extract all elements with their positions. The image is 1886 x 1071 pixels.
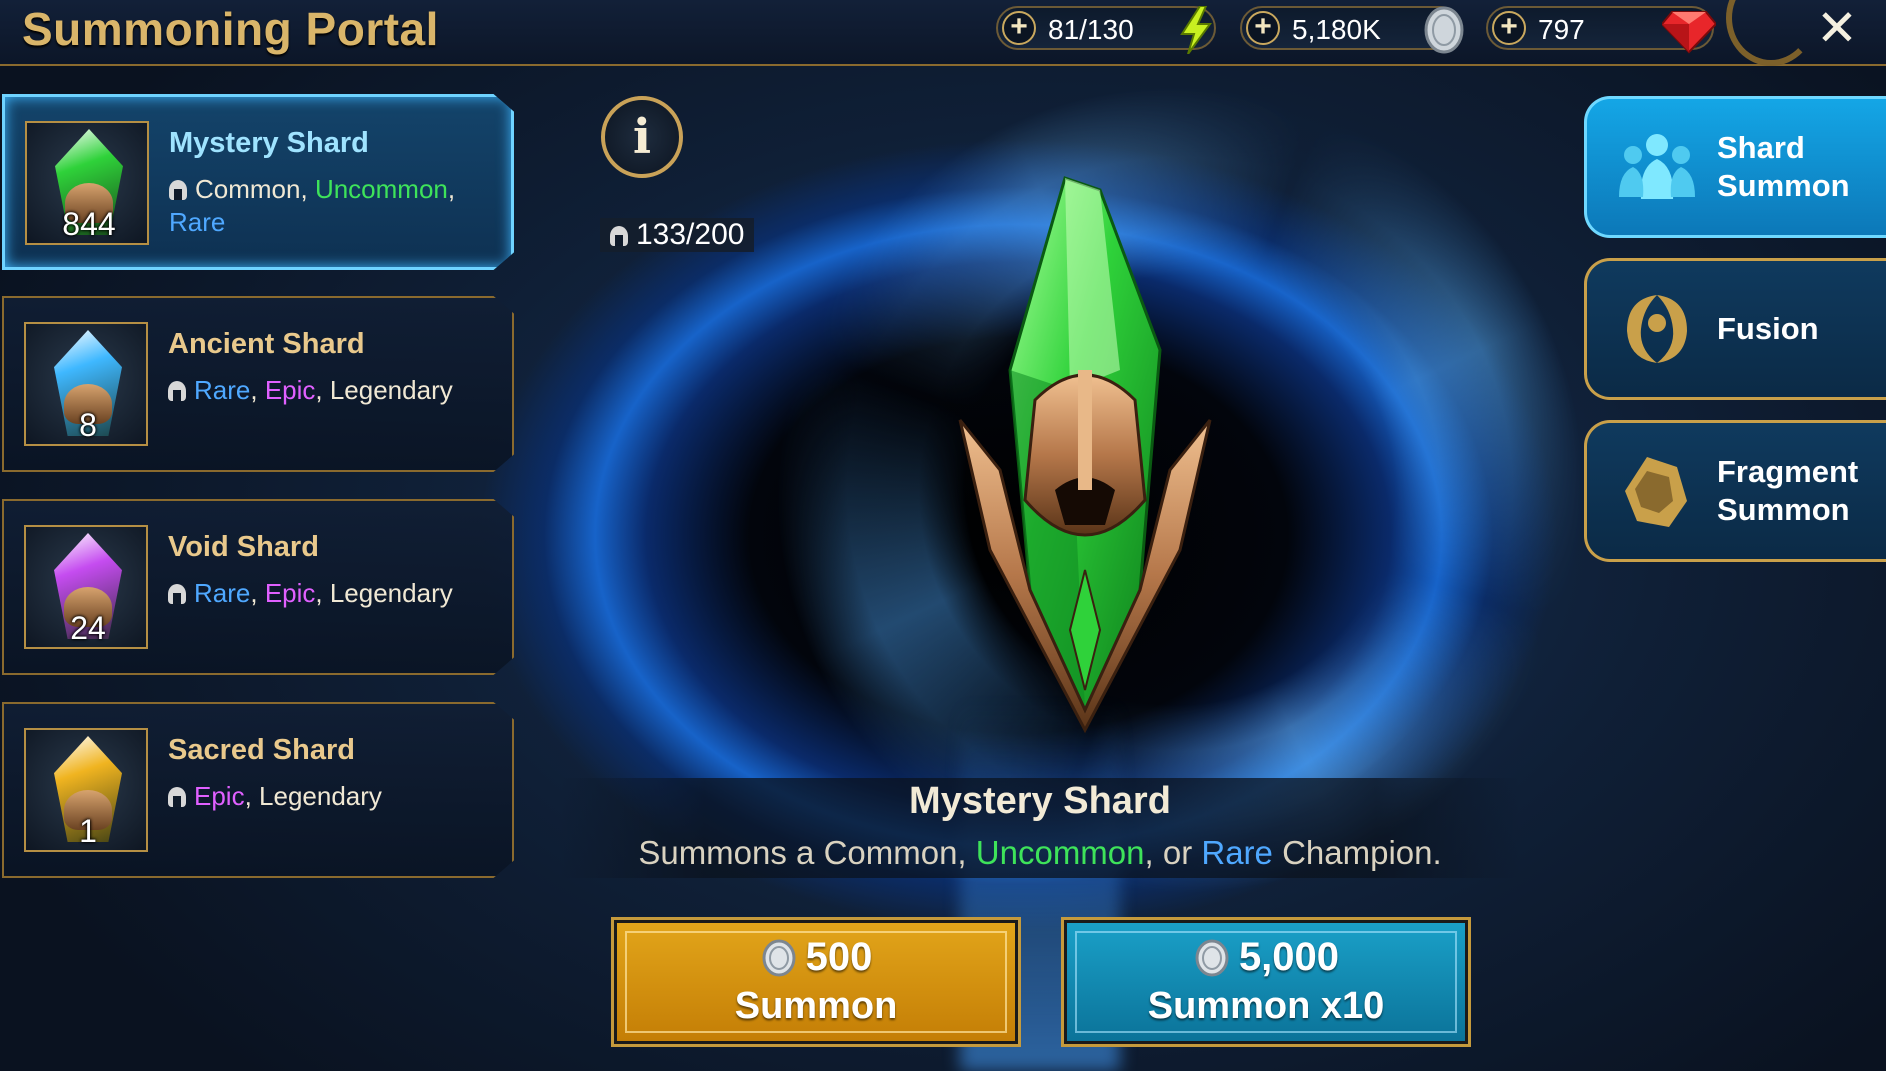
info-button[interactable]: i — [601, 96, 683, 178]
shard-name: Void Shard — [168, 531, 319, 563]
shard-thumbnail: 8 — [24, 322, 148, 446]
energy-value: 81/130 — [1048, 14, 1134, 45]
fusion-line1: Fusion — [1717, 311, 1819, 346]
summon-x10-cost: 5,000 — [1067, 935, 1465, 980]
desc-prefix: Summons a Common, — [638, 834, 976, 871]
gem-value: 797 — [1538, 14, 1585, 45]
rarity-separator: , — [300, 174, 315, 204]
shard-rarities: Epic, Legendary — [168, 780, 498, 813]
rarity-label: Uncommon — [314, 174, 448, 204]
shard-thumbnail: 1 — [24, 728, 148, 852]
fragment-summon-line2: Summon — [1717, 492, 1850, 527]
summon-label: Summon — [734, 985, 898, 1027]
shard-card[interactable]: 1 Sacred Shard Epic, Legendary — [2, 702, 514, 878]
fusion-tab[interactable]: Fusion — [1584, 258, 1886, 400]
helmet-icon — [168, 584, 186, 604]
summon-x10-label: Summon x10 — [1147, 985, 1385, 1027]
close-button[interactable]: ✕ — [1812, 3, 1862, 54]
shard-name: Mystery Shard — [169, 127, 369, 159]
ruby-gem-icon — [1662, 11, 1716, 54]
rarity-label: Rare — [194, 578, 251, 608]
silver-coin-icon — [1195, 939, 1229, 977]
desc-rare: Rare — [1201, 834, 1273, 871]
shard-count: 844 — [62, 206, 116, 242]
rarity-separator: , — [315, 375, 330, 405]
rarity-label: Epic — [194, 781, 245, 811]
rarity-label: Epic — [264, 578, 316, 608]
rarity-label: Common — [195, 174, 301, 204]
shard-summon-line2: Summon — [1717, 168, 1850, 203]
silver-coin-icon — [762, 939, 796, 977]
rarity-separator: , — [447, 174, 456, 204]
shard-summon-line1: Shard — [1717, 130, 1805, 165]
summon-button[interactable]: 500 Summon — [611, 917, 1021, 1047]
helmet-icon — [610, 226, 628, 246]
summon-x10-button[interactable]: 5,000 Summon x10 — [1061, 917, 1471, 1047]
fusion-swirl-icon — [1627, 295, 1687, 363]
silver-resource: + 5,180K — [1240, 6, 1464, 54]
shard-rarities: Rare, Epic, Legendary — [168, 577, 498, 610]
shard-card[interactable]: 844 Mystery Shard Common, Uncommon, Rare — [2, 94, 514, 270]
desc-uncommon: Uncommon — [975, 834, 1145, 871]
mystery-shard-image — [958, 176, 1212, 734]
page-title: Summoning Portal — [22, 3, 439, 55]
rarity-separator: , — [315, 578, 330, 608]
rarity-separator: , — [244, 781, 260, 811]
helmet-icon — [168, 381, 186, 401]
top-bar: Summoning Portal + 81/130 + 5,180K + 797… — [0, 0, 1886, 66]
shard-count: 8 — [79, 407, 97, 443]
fragment-summon-tab[interactable]: Fragment Summon — [1584, 420, 1886, 562]
rarity-separator: , — [250, 375, 265, 405]
shard-summon-tab[interactable]: Shard Summon — [1584, 96, 1886, 238]
add-silver-button[interactable]: + — [1246, 11, 1280, 45]
rarity-label: Rare — [169, 207, 226, 237]
shard-count: 24 — [70, 610, 106, 646]
add-gems-button[interactable]: + — [1492, 11, 1526, 45]
shard-count: 1 — [79, 813, 97, 849]
selected-shard-title: Mystery Shard — [909, 780, 1171, 822]
summon-cost: 500 — [617, 935, 1015, 980]
fusion-label: Fusion — [1717, 261, 1819, 397]
shard-name: Ancient Shard — [168, 328, 365, 360]
energy-resource: + 81/130 — [996, 6, 1216, 54]
champion-capacity-value: 133/200 — [636, 218, 745, 251]
shard-rarities: Rare, Epic, Legendary — [168, 374, 498, 407]
summon-cost-value: 500 — [805, 935, 873, 979]
silver-value: 5,180K — [1292, 14, 1381, 45]
helmet-icon — [169, 180, 187, 200]
champions-group-icon — [1619, 134, 1695, 199]
rarity-label: Legendary — [329, 578, 453, 608]
shard-name: Sacred Shard — [168, 734, 355, 766]
fragment-summon-label: Fragment Summon — [1717, 423, 1858, 559]
shard-thumbnail: 24 — [24, 525, 148, 649]
rarity-separator: , — [250, 578, 265, 608]
lightning-icon — [1180, 6, 1212, 54]
selected-shard-description: Summons a Common, Uncommon, or Rare Cham… — [560, 834, 1520, 872]
desc-mid: , or — [1144, 834, 1202, 871]
shard-thumbnail: 844 — [25, 121, 149, 245]
champion-capacity: 133/200 — [600, 218, 755, 252]
rarity-label: Legendary — [329, 375, 453, 405]
rarity-label: Legendary — [259, 781, 382, 811]
shard-summon-label: Shard Summon — [1717, 99, 1850, 235]
corner-ornament — [1726, 0, 1816, 66]
fragment-helmet-icon — [1625, 457, 1687, 527]
helmet-icon — [168, 787, 186, 807]
rarity-label: Rare — [194, 375, 251, 405]
add-energy-button[interactable]: + — [1002, 11, 1036, 45]
desc-suffix: Champion. — [1272, 834, 1442, 871]
shard-card[interactable]: 24 Void Shard Rare, Epic, Legendary — [2, 499, 514, 675]
shard-card[interactable]: 8 Ancient Shard Rare, Epic, Legendary — [2, 296, 514, 472]
fragment-summon-line1: Fragment — [1717, 454, 1859, 489]
gem-resource: + 797 — [1486, 6, 1716, 54]
summon-x10-cost-value: 5,000 — [1238, 935, 1340, 979]
silver-coin-icon — [1424, 6, 1464, 54]
rarity-label: Epic — [264, 375, 316, 405]
shard-rarities: Common, Uncommon, Rare — [169, 173, 499, 239]
